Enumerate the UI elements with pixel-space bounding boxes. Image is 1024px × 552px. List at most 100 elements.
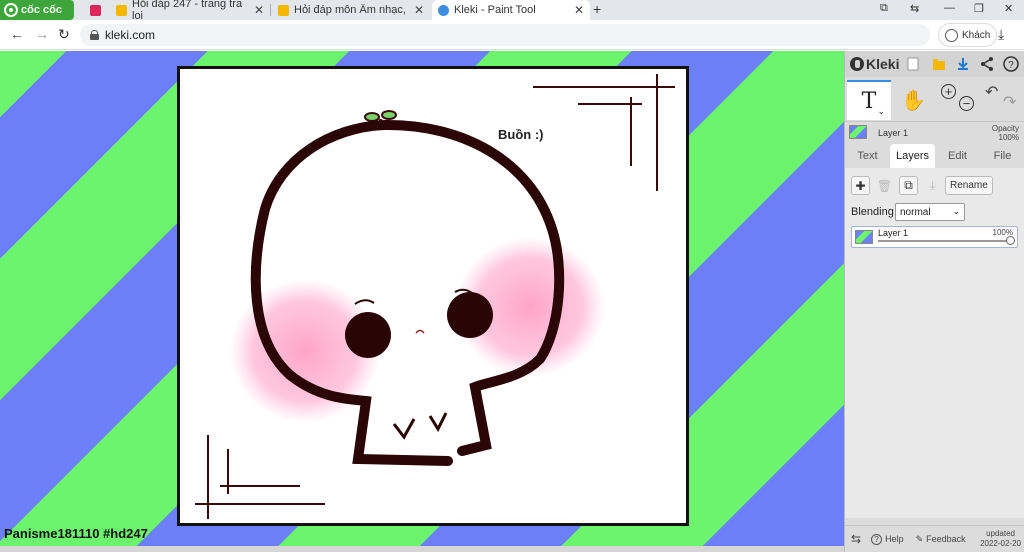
text-tool-glyph: T [861,88,877,114]
back-arrow-icon[interactable]: ← [10,26,24,42]
hoidap-favicon-icon [116,4,127,16]
opacity-label: Opacity [991,124,1019,133]
tab-text[interactable]: Text [845,144,890,168]
panel-top-bar: Kleki ? [845,51,1024,77]
layer-thumbnail [849,125,867,139]
right-eye [447,292,493,338]
tab-file[interactable]: File [980,144,1024,168]
current-layer-preview[interactable]: Layer 1 Opacity 100% [845,121,1024,143]
delete-layer-trash-icon[interactable]: 🗑 [875,176,894,195]
tab-hoidap-am-nhac[interactable]: Hỏi đáp môn Âm nhạc, Mỹ t ✕ [272,0,430,20]
layer-opacity-slider-handle[interactable] [1006,236,1015,245]
drawing-caption: Buồn :) [498,127,544,142]
feedback-button[interactable]: ✎ Feedback [916,534,966,545]
help-question-icon[interactable]: ? [1003,56,1019,72]
duplicate-layer-icon[interactable]: ⧉ [899,176,918,195]
layer-list-item[interactable]: Layer 1 100% [851,226,1018,248]
save-download-icon[interactable] [955,56,971,72]
tool-options-chevron-icon[interactable]: ⌄ [877,107,885,117]
tab-separator [270,4,271,16]
close-tab-icon[interactable]: ✕ [254,3,264,17]
feedback-pen-icon: ✎ [915,533,924,544]
blending-select[interactable]: normal ⌄ [895,203,965,221]
tab-label: Kleki - Paint Tool [454,4,536,16]
pinned-tab[interactable] [84,0,106,20]
layers-pane: ✚ 🗑 ⧉ ⤓ Rename Blending normal ⌄ Layer 1… [845,168,1024,518]
kleki-side-panel: Kleki ? T ⌄ ✋ + − ↶ ↷ Layer 1 Opacity 10… [844,51,1024,552]
redo-icon[interactable]: ↷ [1003,92,1016,112]
new-image-icon[interactable] [905,56,921,72]
browser-tab-strip: cốc cốc Hỏi đáp 247 - trang tra loi ✕ Hỏ… [0,0,1024,22]
add-layer-button[interactable]: ✚ [851,176,870,195]
select-chevron-down-icon: ⌄ [952,206,960,216]
tab-hoidap-247[interactable]: Hỏi đáp 247 - trang tra loi ✕ [110,0,270,22]
kleki-canvas-area[interactable]: Buồn :) Panisme181110 #hd247 [0,51,844,546]
kleki-logo[interactable]: Kleki [845,56,899,72]
svg-text:?: ? [1008,60,1014,71]
corner-lines-top-right [533,74,675,191]
tab-label: Hỏi đáp môn Âm nhạc, Mỹ t [294,4,409,16]
swap-sides-icon[interactable]: ⇆ [851,532,861,546]
zoom-in-icon[interactable]: + [941,84,956,99]
help-circle-icon: ? [871,533,883,545]
undo-icon[interactable]: ↶ [985,82,998,102]
tab-search-icon[interactable]: ⇆ [910,2,919,15]
text-tool-button[interactable]: T ⌄ [847,80,891,120]
left-eye [345,312,391,358]
artboard[interactable]: Buồn :) [177,66,689,526]
share-icon[interactable] [979,56,995,72]
skull-drawing [195,74,675,519]
download-icon[interactable]: ⤓ [998,26,1004,43]
updated-info: updated 2022-02-20 [980,529,1021,549]
bottom-strip [0,546,844,552]
profile-icon [945,28,958,42]
kleki-logo-icon [850,57,864,71]
minimize-window-icon[interactable]: — [944,2,955,14]
nose [415,329,425,334]
current-layer-opacity: Opacity 100% [992,124,1019,142]
rename-layer-button[interactable]: Rename [945,176,993,195]
new-tab-button[interactable]: + [593,1,601,17]
zoom-out-icon[interactable]: − [959,96,974,111]
url-text: kleki.com [105,28,156,42]
help-label: Help [885,534,904,544]
tooth-left [392,418,416,440]
kleki-logo-label: Kleki [866,56,900,72]
help-button[interactable]: ? Help [871,533,904,545]
updated-label: updated [986,529,1015,538]
layer-name: Layer 1 [878,228,909,238]
kleki-favicon-icon [438,4,449,16]
tab-kleki[interactable]: Kleki - Paint Tool ✕ [432,0,590,20]
coccoc-brand-label: cốc cốc [21,4,62,16]
screenshot-icon[interactable]: ⧉ [880,2,888,15]
current-layer-name: Layer 1 [878,128,909,138]
restore-window-icon[interactable]: ❐ [974,2,984,15]
blending-label: Blending [851,206,894,218]
lock-icon [90,30,99,40]
close-tab-icon[interactable]: ✕ [574,3,584,17]
layer-thumbnail [855,230,873,244]
coccoc-menu-button[interactable]: cốc cốc [0,0,74,20]
panel-tabs: Text Layers Edit File [845,144,1024,168]
corner-lines-bottom-left [195,435,325,519]
panel-footer: ⇆ ? Help ✎ Feedback updated 2022-02-20 [845,525,1024,552]
feedback-label: Feedback [926,534,966,544]
hoidap-favicon-icon [278,4,289,16]
tab-layers[interactable]: Layers [890,144,935,168]
close-tab-icon[interactable]: ✕ [414,3,424,17]
tab-edit[interactable]: Edit [935,144,980,168]
open-folder-icon[interactable] [931,56,947,72]
close-window-icon[interactable]: ✕ [1004,2,1013,15]
reload-icon[interactable]: ↻ [58,26,70,43]
layer-opacity-slider[interactable] [878,240,1012,242]
guest-profile-button[interactable]: Khách [938,23,998,47]
address-bar: ← → ↻ kleki.com Khách ⤓ [0,20,1024,50]
tooth-right [428,412,448,433]
merge-down-icon[interactable]: ⤓ [923,176,942,195]
coccoc-logo-icon [4,3,18,17]
url-input[interactable]: kleki.com [80,24,930,46]
profile-label: Khách [962,29,991,41]
updated-date: 2022-02-20 [980,539,1021,548]
hand-tool-icon[interactable]: ✋ [901,88,926,113]
forward-arrow-icon[interactable]: → [35,26,49,42]
